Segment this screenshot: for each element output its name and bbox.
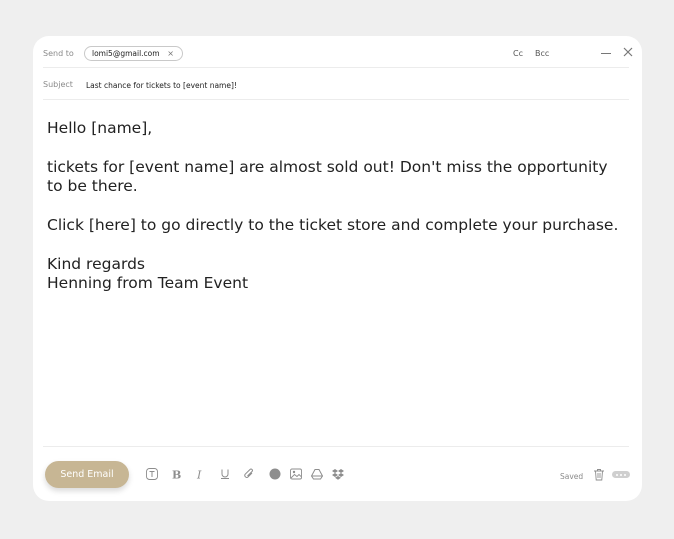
dropbox-icon[interactable]	[332, 468, 344, 480]
trash-icon[interactable]	[593, 468, 605, 481]
color-icon[interactable]	[269, 468, 281, 480]
footer-divider	[43, 446, 629, 447]
subject-row: Subject Last chance for tickets to [even…	[43, 67, 629, 100]
subject-input[interactable]: Last chance for tickets to [event name]!	[86, 81, 237, 90]
google-drive-icon[interactable]	[311, 468, 323, 480]
close-icon[interactable]	[622, 46, 634, 58]
cc-button[interactable]: Cc	[513, 49, 523, 58]
closing-line: Kind regards	[47, 255, 145, 273]
subject-label: Subject	[43, 80, 73, 89]
svg-text:B: B	[172, 469, 181, 481]
recipient-row: Send to lomi5@gmail.com × Cc Bcc	[43, 36, 633, 68]
text-format-icon[interactable]	[146, 468, 158, 480]
bold-icon[interactable]: B	[170, 468, 182, 481]
more-options-icon[interactable]	[612, 471, 630, 478]
bcc-button[interactable]: Bcc	[535, 49, 549, 58]
body-paragraph-2: Click [here] to go directly to the ticke…	[47, 216, 619, 234]
body-paragraph-1: tickets for [event name] are almost sold…	[47, 158, 608, 195]
image-icon[interactable]	[290, 468, 302, 480]
saved-status: Saved	[560, 472, 584, 481]
svg-text:I: I	[196, 469, 202, 481]
send-to-label: Send to	[43, 49, 74, 58]
greeting-line: Hello [name],	[47, 119, 153, 137]
remove-recipient-icon[interactable]: ×	[167, 47, 174, 60]
recipient-chip[interactable]: lomi5@gmail.com ×	[84, 46, 183, 61]
minimize-icon[interactable]	[601, 53, 611, 54]
message-body[interactable]: Hello [name], tickets for [event name] a…	[47, 119, 627, 293]
send-email-button[interactable]: Send Email	[45, 461, 129, 488]
recipient-email: lomi5@gmail.com	[92, 49, 160, 58]
signature-line: Henning from Team Event	[47, 274, 249, 292]
compose-window: Send to lomi5@gmail.com × Cc Bcc Subject…	[33, 36, 642, 501]
underline-icon[interactable]	[219, 468, 231, 480]
attachment-icon[interactable]	[243, 468, 255, 480]
italic-icon[interactable]: I	[194, 468, 206, 481]
